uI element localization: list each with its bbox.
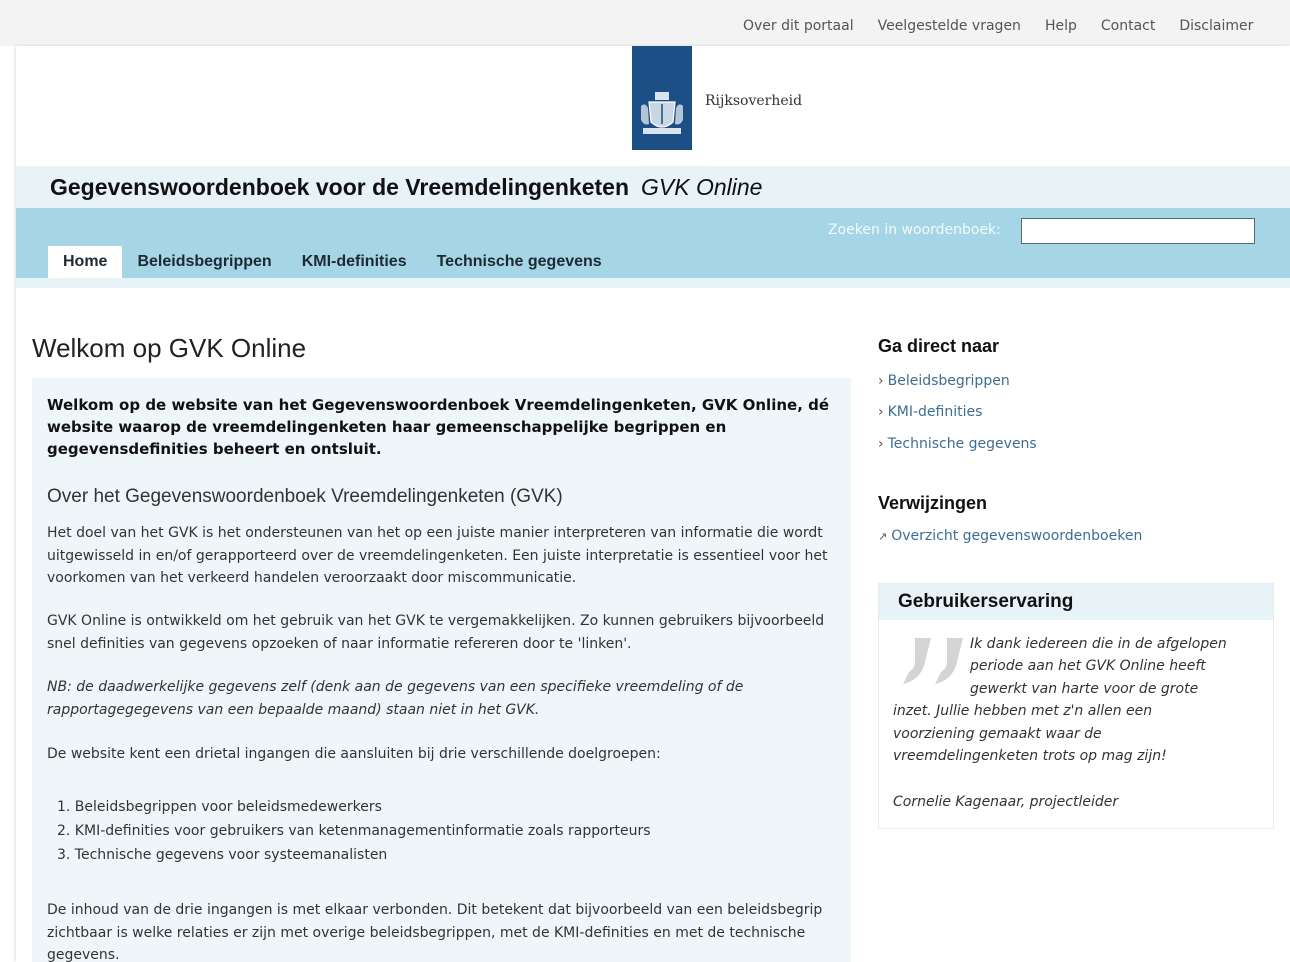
chevron-right-icon: › bbox=[878, 373, 884, 389]
page-title: Welkom op GVK Online bbox=[32, 333, 307, 363]
sidebar-references-title: Verwijzingen bbox=[878, 493, 987, 514]
sidebar-link-overzicht[interactable]: ↗ Overzicht gegevenswoordenboeken bbox=[878, 528, 1142, 544]
link-veelgestelde-vragen[interactable]: Veelgestelde vragen bbox=[878, 18, 1021, 34]
tab-beleidsbegrippen[interactable]: Beleidsbegrippen bbox=[122, 246, 286, 278]
nav-tabs: Home Beleidsbegrippen KMI-definities Tec… bbox=[48, 246, 617, 278]
external-link-icon: ↗ bbox=[878, 530, 888, 543]
quote-line: gewerkt van harte voor de grote bbox=[970, 681, 1199, 697]
nav-divider bbox=[16, 278, 1290, 288]
quote-line: voorziening gemaakt waar de bbox=[893, 726, 1102, 742]
user-experience-box: Gebruikerservaring Ik dank iedereen die … bbox=[878, 583, 1274, 829]
coat-of-arms-icon bbox=[641, 92, 683, 134]
utility-bar: Over dit portaal Veelgestelde vragen Help C… bbox=[0, 0, 1290, 46]
list-item: 1. Beleidsbegrippen voor beleidsmedewerk… bbox=[57, 799, 382, 815]
logo-text: Rijksoverheid bbox=[705, 93, 803, 109]
paragraph-note: NB: de daadwerkelijke gegevens zelf (den… bbox=[47, 679, 744, 718]
paragraph-goal: Het doel van het GVK is het ondersteunen… bbox=[47, 525, 828, 586]
sidebar-link-beleidsbegrippen[interactable]: › Beleidsbegrippen bbox=[878, 373, 1010, 389]
sidebar-direct-title: Ga direct naar bbox=[878, 336, 999, 357]
page-wrapper: Rijksoverheid Gegevenswoordenboek voor d… bbox=[16, 46, 1290, 962]
link-help[interactable]: Help bbox=[1045, 18, 1077, 34]
chevron-right-icon: › bbox=[878, 404, 884, 420]
list-item: 2. KMI-definities voor gebruikers van ke… bbox=[57, 823, 651, 839]
sidebar-link-technische-gegevens[interactable]: › Technische gegevens bbox=[878, 436, 1037, 452]
search-input[interactable] bbox=[1021, 218, 1255, 244]
chevron-right-icon: › bbox=[878, 436, 884, 452]
entries-list: 1. Beleidsbegrippen voor beleidsmedewerk… bbox=[47, 795, 842, 867]
intro-text: Welkom op de website van het Gegevenswoo… bbox=[47, 396, 830, 458]
link-over-dit-portaal[interactable]: Over dit portaal bbox=[743, 18, 854, 34]
quote-line: periode aan het GVK Online heeft bbox=[970, 658, 1206, 674]
paragraph-connections: De inhoud van de drie ingangen is met el… bbox=[47, 902, 823, 962]
user-experience-title: Gebruikerservaring bbox=[898, 591, 1074, 612]
welcome-content: Welkom op de website van het Gegevenswoo… bbox=[32, 378, 851, 962]
search-label: Zoeken in woordenboek: bbox=[828, 222, 1001, 238]
quote-icon bbox=[903, 638, 963, 684]
quote-line: Ik dank iedereen die in de afgelopen bbox=[970, 636, 1227, 652]
utility-links: Over dit portaal Veelgestelde vragen Help C… bbox=[743, 18, 1277, 34]
user-experience-header: Gebruikerservaring bbox=[879, 584, 1273, 620]
sidebar-heading: Verwijzingen bbox=[878, 493, 988, 513]
sidebar-link-label: KMI-definities bbox=[887, 404, 983, 420]
list-item: 3. Technische gegevens voor systeemanali… bbox=[57, 847, 388, 863]
sidebar-link-label: Overzicht gegevenswoordenboeken bbox=[891, 528, 1143, 544]
site-title-sub: GVK Online bbox=[641, 174, 763, 200]
tab-home[interactable]: Home bbox=[48, 246, 123, 278]
paragraph-entries: De website kent een drietal ingangen die… bbox=[47, 746, 661, 762]
quote-line: vreemdelingenketen trots op mag zijn! bbox=[893, 748, 1167, 764]
title-bar: Gegevenswoordenboek voor de Vreemdelinge… bbox=[16, 166, 1290, 208]
quote-line: inzet. Jullie hebben met z'n allen een bbox=[893, 703, 1153, 719]
rijksoverheid-logo[interactable] bbox=[632, 46, 692, 150]
site-title-main: Gegevenswoordenboek voor de Vreemdelinge… bbox=[50, 174, 630, 200]
link-contact[interactable]: Contact bbox=[1101, 18, 1155, 34]
main-nav: Zoeken in woordenboek: Home Beleidsbegri… bbox=[16, 208, 1290, 278]
sidebar-link-label: Beleidsbegrippen bbox=[887, 373, 1010, 389]
quote-author: Cornelie Kagenaar, projectleider bbox=[893, 794, 1119, 810]
section-title: Over het Gegevenswoordenboek Vreemdeling… bbox=[47, 486, 563, 507]
paragraph-purpose: GVK Online is ontwikkeld om het gebruik … bbox=[47, 613, 825, 652]
sidebar-link-kmi-definities[interactable]: › KMI-definities bbox=[878, 404, 982, 420]
sidebar-link-label: Technische gegevens bbox=[887, 436, 1037, 452]
site-title[interactable]: Gegevenswoordenboek voor de Vreemdelinge… bbox=[50, 174, 762, 201]
tab-technische-gegevens[interactable]: Technische gegevens bbox=[422, 246, 617, 278]
tab-kmi-definities[interactable]: KMI-definities bbox=[287, 246, 422, 278]
sidebar-heading: Ga direct naar bbox=[878, 336, 1000, 356]
link-disclaimer[interactable]: Disclaimer bbox=[1179, 18, 1253, 34]
